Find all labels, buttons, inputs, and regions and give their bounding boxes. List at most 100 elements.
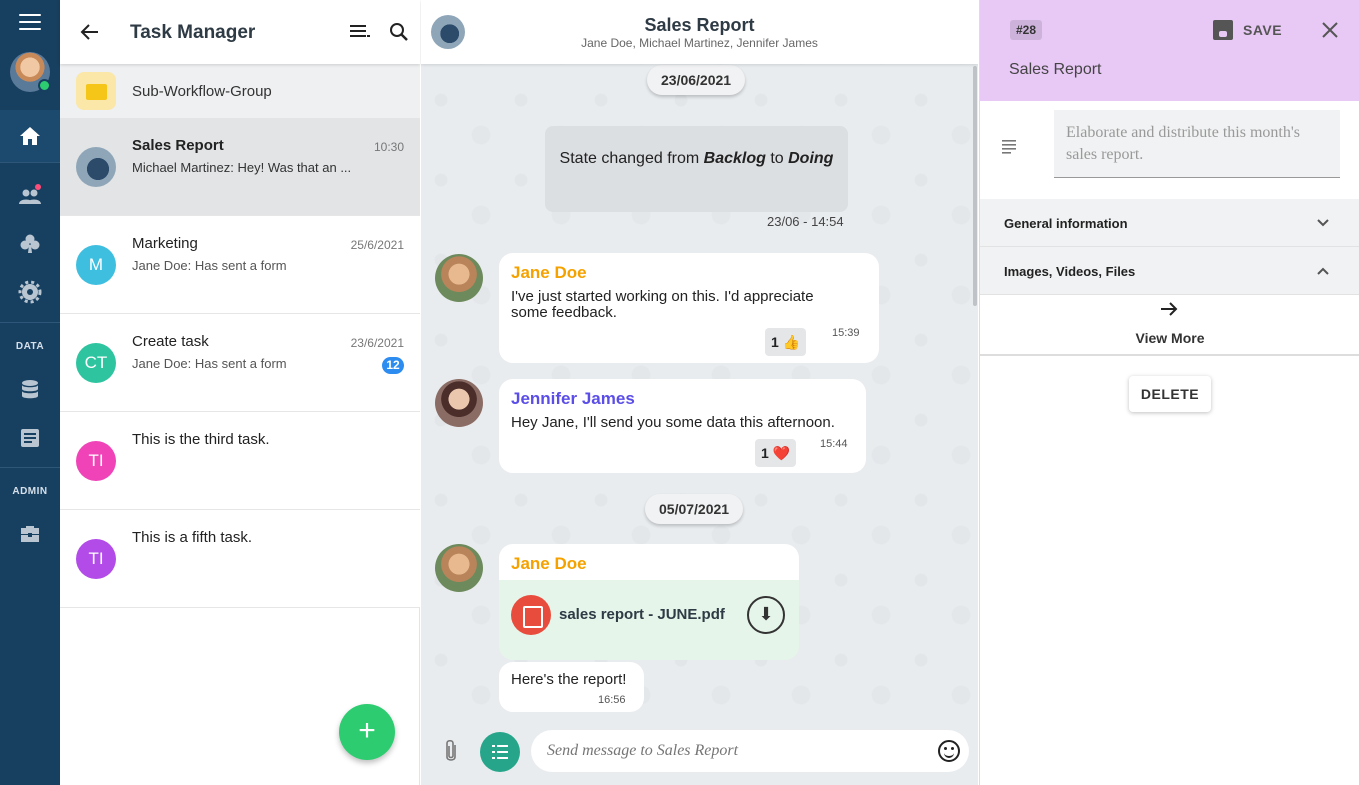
- paperclip-icon[interactable]: [441, 738, 461, 764]
- message-input[interactable]: [531, 730, 969, 772]
- date-separator: 23/06/2021: [647, 65, 746, 95]
- document-icon[interactable]: [18, 426, 42, 450]
- file-name[interactable]: sales report - JUNE.pdf: [559, 606, 725, 623]
- divider: [0, 162, 60, 163]
- folder-icon: [76, 72, 116, 110]
- delete-button[interactable]: DELETE: [1129, 376, 1211, 412]
- task-avatar: CT: [76, 343, 116, 383]
- add-task-button[interactable]: +: [339, 704, 395, 760]
- message-bubble: Jane Doe I've just started working on th…: [499, 253, 879, 363]
- search-icon[interactable]: [389, 22, 409, 42]
- detail-header: #28 SAVE Sales Report: [980, 0, 1359, 101]
- date-separator: 05/07/2021: [645, 494, 744, 524]
- message-author[interactable]: Jennifer James: [511, 389, 635, 409]
- task-name: Create task: [132, 333, 209, 350]
- emoji-icon[interactable]: [938, 740, 960, 762]
- task-row-third-task[interactable]: TI This is the third task.: [60, 412, 420, 510]
- sender-avatar[interactable]: [435, 254, 483, 302]
- description-icon: [1002, 140, 1016, 154]
- accordion-label: General information: [1004, 216, 1128, 231]
- section-label-admin: ADMIN: [12, 486, 48, 497]
- task-avatar: M: [76, 245, 116, 285]
- reaction-heart[interactable]: 1 ❤️: [755, 439, 797, 467]
- state-from: Backlog: [703, 150, 766, 167]
- view-more-section[interactable]: View More: [980, 296, 1359, 356]
- accordion-general-information[interactable]: General information: [980, 199, 1359, 247]
- message-text: Hey Jane, I'll send you some data this a…: [511, 414, 835, 431]
- chevron-down-icon: [1317, 219, 1329, 227]
- task-row-fifth-task[interactable]: TI This is a fifth task.: [60, 510, 420, 608]
- download-icon[interactable]: ⬇: [747, 596, 785, 634]
- forms-list-button[interactable]: [480, 732, 520, 772]
- task-row-sales-report[interactable]: Sales Report Michael Martinez: Hey! Was …: [60, 118, 420, 216]
- section-label-data: DATA: [15, 341, 45, 352]
- task-name: This is a fifth task.: [132, 529, 253, 546]
- task-list-header: Task Manager: [60, 0, 420, 64]
- hamburger-menu-icon[interactable]: [19, 14, 41, 30]
- state-prefix: State changed from: [559, 150, 704, 167]
- accordion-label: Images, Videos, Files: [1004, 264, 1136, 279]
- task-name: Sales Report: [132, 137, 224, 154]
- chevron-up-icon: [1317, 267, 1329, 275]
- toolbox-icon[interactable]: [18, 522, 42, 546]
- task-last-message: Michael Martinez: Hey! Was that an ...: [132, 160, 352, 175]
- unread-badge: 12: [382, 357, 404, 374]
- list-icon: [492, 745, 508, 759]
- file-attachment[interactable]: sales report - JUNE.pdf ⬇: [499, 580, 799, 660]
- message-author[interactable]: Jane Doe: [511, 263, 587, 283]
- task-row-create-task[interactable]: CT Create task Jane Doe: Has sent a form…: [60, 314, 420, 412]
- view-more-label[interactable]: View More: [980, 330, 1359, 346]
- task-avatar: TI: [76, 441, 116, 481]
- back-arrow-icon[interactable]: [80, 22, 100, 42]
- description-field[interactable]: Elaborate and distribute this month's sa…: [1054, 110, 1340, 178]
- arrow-right-icon[interactable]: [1158, 298, 1180, 320]
- state-to: Doing: [788, 150, 834, 167]
- message-text: I've just started working on this. I'd a…: [511, 288, 814, 305]
- accordion-images-videos-files[interactable]: Images, Videos, Files: [980, 247, 1359, 295]
- task-name: Marketing: [132, 235, 198, 252]
- message-composer: [421, 718, 978, 785]
- task-list-panel: Task Manager Sub-Workflow-Group Sales Re…: [60, 0, 420, 785]
- state-change-time: 23/06 - 14:54: [767, 214, 844, 229]
- group-label: Sub-Workflow-Group: [132, 83, 272, 100]
- state-change-notice: State changed from Backlog to Doing: [545, 126, 848, 212]
- reaction-thumbs-up[interactable]: 1 👍: [765, 328, 807, 356]
- list-view-icon[interactable]: [350, 24, 370, 40]
- divider: [0, 322, 60, 323]
- message-bubble: Jennifer James Hey Jane, I'll send you s…: [499, 379, 866, 473]
- pdf-icon: [511, 595, 551, 635]
- task-row-marketing[interactable]: M Marketing Jane Doe: Has sent a form 25…: [60, 216, 420, 314]
- task-id-badge: #28: [1010, 20, 1043, 40]
- message-time: 16:56: [598, 694, 626, 706]
- close-icon[interactable]: [1320, 20, 1340, 40]
- task-time: 10:30: [373, 140, 404, 154]
- database-icon[interactable]: [18, 378, 42, 402]
- divider: [0, 467, 60, 468]
- home-icon[interactable]: [18, 124, 42, 148]
- save-button[interactable]: SAVE: [1243, 22, 1282, 38]
- sender-avatar[interactable]: [435, 379, 483, 427]
- chat-title: Sales Report: [644, 15, 755, 35]
- sender-avatar[interactable]: [435, 544, 483, 592]
- task-title[interactable]: Sales Report: [1009, 61, 1102, 79]
- task-avatar: [76, 147, 116, 187]
- task-detail-panel: #28 SAVE Sales Report Elaborate and dist…: [979, 0, 1359, 785]
- message-text: Here's the report!: [511, 671, 627, 688]
- chat-panel: Sales Report Jane Doe, Michael Martinez,…: [421, 0, 978, 785]
- message-author[interactable]: Jane Doe: [511, 554, 587, 574]
- task-name: This is the third task.: [132, 431, 270, 448]
- chat-scrollbar[interactable]: [973, 66, 977, 306]
- chat-members: Jane Doe, Michael Martinez, Jennifer Jam…: [581, 36, 818, 50]
- task-avatar: TI: [76, 539, 116, 579]
- task-time: 23/6/2021: [350, 336, 404, 350]
- nav-rail: DATA ADMIN: [0, 0, 60, 785]
- workflow-group-row[interactable]: Sub-Workflow-Group: [60, 64, 420, 118]
- chat-header: Sales Report Jane Doe, Michael Martinez,…: [421, 0, 978, 64]
- save-icon[interactable]: [1213, 20, 1233, 40]
- gear-icon[interactable]: [18, 280, 42, 304]
- file-message-bubble: Jane Doe: [499, 544, 799, 584]
- message-time: 15:39: [832, 327, 860, 339]
- task-time: 25/6/2021: [350, 238, 404, 252]
- club-icon[interactable]: [18, 232, 42, 256]
- state-mid: to: [765, 150, 789, 167]
